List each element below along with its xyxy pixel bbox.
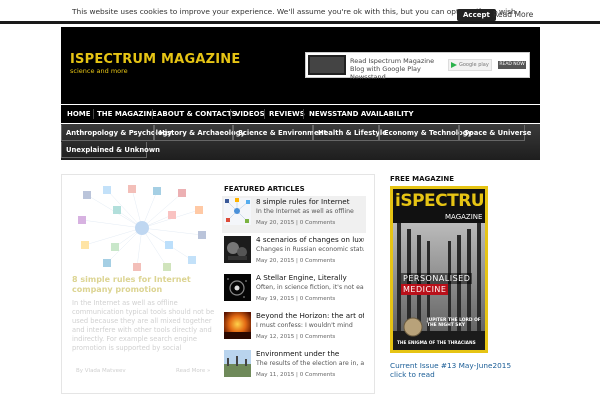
category-health[interactable]: Health & Lifestyle xyxy=(313,125,387,141)
cover-headline-2: MEDICINE xyxy=(401,284,449,295)
featured-excerpt: In the Internet as well as offline commu… xyxy=(72,299,215,352)
article-excerpt: The results of the election are in, and xyxy=(256,360,364,367)
article-title[interactable]: A Stellar Engine, Literally xyxy=(256,273,364,282)
google-play-icon xyxy=(451,62,457,68)
click-to-read-link[interactable]: click to read xyxy=(390,370,435,379)
featured-articles-heading: FEATURED ARTICLES xyxy=(224,185,305,193)
nav-item-the-magazine[interactable]: THE MAGAZINE xyxy=(97,105,157,123)
site-tagline: science and more xyxy=(70,67,128,75)
network-illustration[interactable] xyxy=(77,185,207,271)
nav-item-about-contacts[interactable]: ABOUT & CONTACTS xyxy=(157,105,237,123)
featured-panel: 8 simple rules for Internet company prom… xyxy=(61,174,375,394)
banner-read-button[interactable]: READ NOW xyxy=(498,61,526,69)
featured-byline: By Vlada Matveev xyxy=(76,368,126,374)
article-title[interactable]: Beyond the Horizon: the art of xyxy=(256,311,364,320)
category-anthropology[interactable]: Anthropology & Psychology xyxy=(61,125,172,141)
newsstand-banner[interactable]: Read Ispectrum Magazine Blog with Google… xyxy=(305,52,530,81)
article-meta: May 20, 2015 | 0 Comments xyxy=(256,258,336,264)
category-science[interactable]: Science & Environment xyxy=(233,125,327,141)
article-meta: May 11, 2015 | 0 Comments xyxy=(256,372,336,378)
article-excerpt: Often, in science fiction, it's not easy xyxy=(256,284,364,291)
cookie-bar: This website uses cookies to improve you… xyxy=(0,0,600,24)
google-play-label: Google play xyxy=(459,62,489,68)
list-item[interactable]: 8 simple rules for Internet In the Inter… xyxy=(222,196,366,233)
list-item[interactable]: 4 scenarios of changes on luxury Changes… xyxy=(222,234,366,271)
nav-item-reviews[interactable]: REVIEWS xyxy=(269,105,305,123)
main-nav: HOME THE MAGAZINE ABOUT & CONTACTS VIDEO… xyxy=(61,105,540,123)
list-item[interactable]: A Stellar Engine, Literally Often, in sc… xyxy=(222,272,366,309)
category-unexplained[interactable]: Unexplained & Unknown xyxy=(61,142,160,158)
banner-text: Read Ispectrum Magazine Blog with Google… xyxy=(350,57,435,81)
google-play-badge: Google play xyxy=(448,59,492,71)
article-meta: May 19, 2015 | 0 Comments xyxy=(256,296,336,302)
nav-item-home[interactable]: HOME xyxy=(67,105,91,123)
cover-title: iSPECTRUM xyxy=(395,191,485,211)
article-meta: May 20, 2015 | 0 Comments xyxy=(256,220,336,226)
category-space[interactable]: Space & Universe xyxy=(459,125,531,141)
article-excerpt: In the Internet as well as offline xyxy=(256,208,354,215)
article-thumbnail[interactable] xyxy=(224,312,251,339)
cover-jupiter-text: JUPITER THE LORD OF THE NIGHT SKY xyxy=(427,318,481,328)
article-excerpt: I must confess: I wouldn't mind xyxy=(256,322,353,329)
category-history[interactable]: History & Archaeology xyxy=(154,125,245,141)
cover-subtitle: MAGAZINE xyxy=(445,213,483,221)
featured-read-more-link[interactable]: Read More » xyxy=(176,368,210,374)
site-logo-title[interactable]: ISPECTRUM MAGAZINE xyxy=(70,52,240,67)
cover-headline-1: PERSONALISED xyxy=(401,273,473,284)
cover-enigma-text: THE ENIGMA OF THE THRACIANS xyxy=(397,341,476,346)
article-thumbnail[interactable] xyxy=(224,350,251,377)
article-title[interactable]: Environment under the xyxy=(256,349,364,358)
category-nav: Anthropology & Psychology History & Arch… xyxy=(61,124,540,160)
current-issue-text[interactable]: Current Issue #13 May-June2015 xyxy=(390,361,511,370)
category-economy[interactable]: Economy & Technology xyxy=(379,125,472,141)
list-item[interactable]: Environment under the The results of the… xyxy=(222,348,366,385)
list-item[interactable]: Beyond the Horizon: the art of I must co… xyxy=(222,310,366,347)
site-header: ISPECTRUM MAGAZINE science and more Read… xyxy=(61,27,540,104)
article-title[interactable]: 8 simple rules for Internet xyxy=(256,197,364,206)
tablet-image xyxy=(308,55,346,75)
article-thumbnail[interactable] xyxy=(224,236,251,263)
free-magazine-heading: FREE MAGAZINE xyxy=(390,175,455,183)
article-thumbnail[interactable] xyxy=(224,274,251,301)
article-thumbnail[interactable] xyxy=(224,198,251,225)
nav-item-newsstand[interactable]: NEWSSTAND AVAILABILITY xyxy=(309,105,414,123)
cookie-accept-button[interactable]: Accept xyxy=(457,9,496,21)
featured-articles-list: 8 simple rules for Internet In the Inter… xyxy=(222,196,366,386)
featured-title[interactable]: 8 simple rules for Internet company prom… xyxy=(72,275,217,295)
nav-item-videos[interactable]: VIDEOS xyxy=(235,105,265,123)
magazine-cover[interactable]: iSPECTRUM MAGAZINE PERSONALISED MEDICINE… xyxy=(390,186,488,353)
cookie-message: This website uses cookies to improve you… xyxy=(72,7,519,16)
cookie-read-more-link[interactable]: Read More xyxy=(493,10,533,19)
article-meta: May 12, 2015 | 0 Comments xyxy=(256,334,336,340)
article-excerpt: Changes in Russian economic status xyxy=(256,246,364,253)
article-title[interactable]: 4 scenarios of changes on luxury xyxy=(256,235,364,244)
